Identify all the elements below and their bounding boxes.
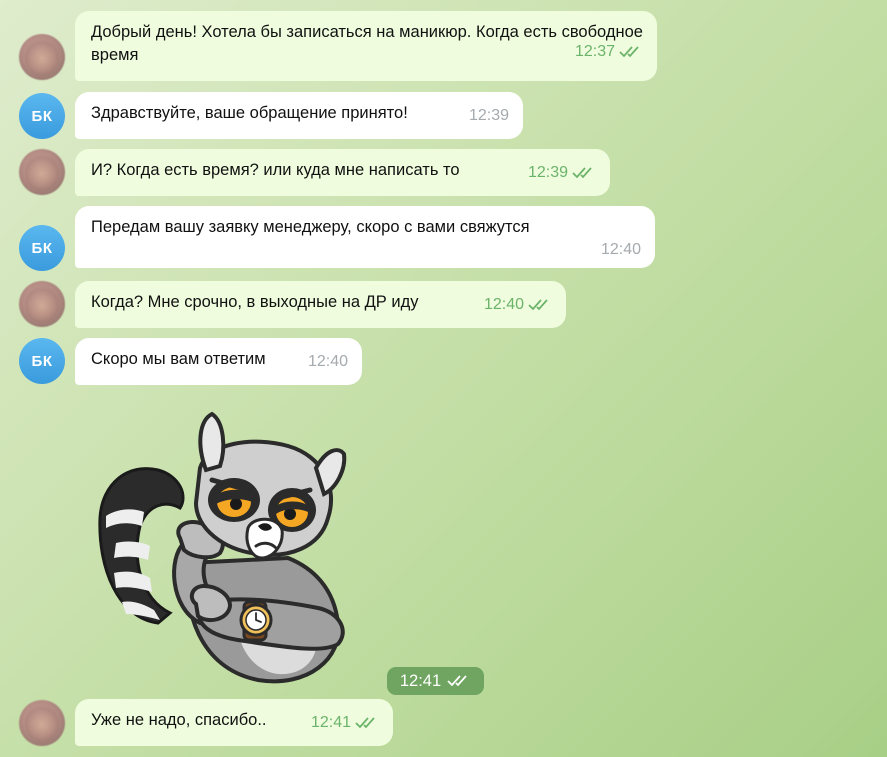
double-check-icon xyxy=(447,675,467,687)
message-text: Когда? Мне срочно, в выходные на ДР иду xyxy=(91,293,419,311)
bk-avatar[interactable]: БК xyxy=(19,338,65,384)
message-meta: 12:37 xyxy=(575,44,643,60)
message-text: Добрый день! Хотела бы записаться на ман… xyxy=(91,23,643,64)
lemur-watch-sticker[interactable] xyxy=(88,408,370,690)
message-time: 12:40 xyxy=(307,353,348,370)
message-meta: 12:39 xyxy=(469,108,509,124)
double-check-icon xyxy=(572,167,592,179)
double-check-icon xyxy=(355,717,375,729)
message-meta: 12:41 xyxy=(311,715,379,731)
message-meta: 12:40 xyxy=(484,297,552,313)
message-text: Передам вашу заявку менеджеру, скоро с в… xyxy=(91,218,530,236)
message-time: 12:41 xyxy=(399,671,442,690)
message-time: 12:39 xyxy=(468,107,509,124)
message-text: Скоро мы вам ответим xyxy=(91,350,266,368)
message-meta: 12:39 xyxy=(528,165,596,181)
message-time: 12:41 xyxy=(310,714,351,731)
chat-message-list[interactable]: Добрый день! Хотела бы записаться на ман… xyxy=(0,0,887,757)
message-time: 12:40 xyxy=(483,296,524,313)
message-text: Уже не надо, спасибо.. xyxy=(91,711,267,729)
message-text: И? Когда есть время? или куда мне написа… xyxy=(91,161,460,179)
message-bubble[interactable]: И? Когда есть время? или куда мне написа… xyxy=(75,149,610,196)
user-avatar[interactable] xyxy=(19,281,65,327)
message-bubble[interactable]: Скоро мы вам ответим 12:40 xyxy=(75,338,362,385)
message-bubble[interactable]: Здравствуйте, ваше обращение принято! 12… xyxy=(75,92,523,139)
user-avatar[interactable] xyxy=(19,34,65,80)
double-check-icon xyxy=(619,46,639,58)
message-meta: 12:40 xyxy=(91,238,641,261)
message-bubble[interactable]: Добрый день! Хотела бы записаться на ман… xyxy=(75,11,657,81)
user-avatar[interactable] xyxy=(19,700,65,746)
user-avatar[interactable] xyxy=(19,149,65,195)
message-text: Здравствуйте, ваше обращение принято! xyxy=(91,104,408,122)
message-time: 12:39 xyxy=(527,164,568,181)
message-time: 12:37 xyxy=(574,43,615,60)
message-bubble[interactable]: Уже не надо, спасибо.. 12:41 xyxy=(75,699,393,746)
message-time: 12:40 xyxy=(600,241,641,258)
message-meta: 12:40 xyxy=(308,354,348,370)
message-bubble[interactable]: Передам вашу заявку менеджеру, скоро с в… xyxy=(75,206,655,268)
message-bubble[interactable]: Когда? Мне срочно, в выходные на ДР иду … xyxy=(75,281,566,328)
bk-avatar[interactable]: БК xyxy=(19,93,65,139)
double-check-icon xyxy=(528,299,548,311)
bk-avatar[interactable]: БК xyxy=(19,225,65,271)
sticker-time-badge: 12:41 xyxy=(387,667,484,695)
